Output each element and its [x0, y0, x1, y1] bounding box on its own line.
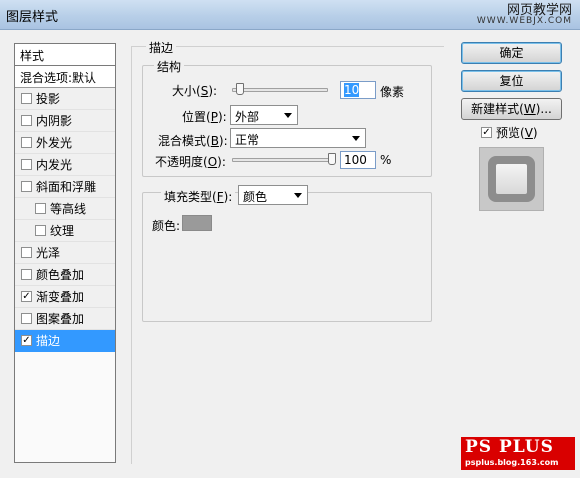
chevron-down-icon: [352, 136, 360, 141]
dialog-client: 样式 混合选项:默认 投影 内阴影 外发光 内发光 斜面和浮雕 等高线 纹理 光…: [6, 31, 575, 471]
style-item-label: 外发光: [36, 136, 73, 150]
style-item-label: 斜面和浮雕: [36, 180, 97, 194]
style-item-inner-shadow[interactable]: 内阴影: [15, 110, 115, 132]
color-swatch[interactable]: [182, 215, 212, 231]
chevron-down-icon: [294, 193, 302, 198]
fill-box: [142, 192, 432, 322]
size-input[interactable]: 10: [340, 81, 376, 99]
blend-options-item[interactable]: 混合选项:默认: [15, 66, 115, 88]
opacity-input[interactable]: 100: [340, 151, 376, 169]
logo-url: psplus.blog.163.com: [465, 458, 559, 467]
style-item-satin[interactable]: 光泽: [15, 242, 115, 264]
opacity-slider-track[interactable]: [232, 158, 336, 162]
structure-title: 结构: [154, 58, 185, 75]
style-item-gradient-overlay[interactable]: ✓ 渐变叠加: [15, 286, 115, 308]
position-select[interactable]: 外部: [230, 105, 298, 125]
texture-checkbox[interactable]: [35, 225, 46, 236]
size-slider-thumb[interactable]: [235, 83, 244, 95]
ok-button[interactable]: 确定: [461, 42, 562, 64]
new-style-button[interactable]: 新建样式(W)...: [461, 98, 562, 120]
pattern-overlay-checkbox[interactable]: [21, 313, 32, 324]
fill-type-select[interactable]: 颜色: [238, 185, 308, 205]
stroke-group-title: 描边: [146, 39, 177, 56]
position-label: 位置(P):: [182, 110, 227, 124]
style-item-outer-glow[interactable]: 外发光: [15, 132, 115, 154]
preview-thumbnail: [479, 147, 544, 211]
stroke-checkbox[interactable]: ✓: [21, 335, 32, 346]
style-item-label: 内发光: [36, 158, 73, 172]
drop-shadow-checkbox[interactable]: [21, 93, 32, 104]
size-slider-track[interactable]: [232, 88, 328, 92]
style-item-bevel-emboss[interactable]: 斜面和浮雕: [15, 176, 115, 198]
size-unit: 像素: [380, 85, 405, 99]
window-title: 图层样式: [6, 10, 59, 25]
style-item-label: 纹理: [50, 224, 75, 238]
styles-header[interactable]: 样式: [15, 44, 115, 66]
style-item-drop-shadow[interactable]: 投影: [15, 88, 115, 110]
style-item-stroke[interactable]: ✓ 描边: [15, 330, 115, 352]
fill-type-label: 填充类型(F):: [161, 188, 236, 205]
style-item-inner-glow[interactable]: 内发光: [15, 154, 115, 176]
style-item-contour[interactable]: 等高线: [15, 198, 115, 220]
color-label: 颜色:: [152, 219, 181, 233]
inner-shadow-checkbox[interactable]: [21, 115, 32, 126]
style-item-label: 投影: [36, 92, 61, 106]
style-item-pattern-overlay[interactable]: 图案叠加: [15, 308, 115, 330]
chevron-down-icon: [284, 113, 292, 118]
opacity-label: 不透明度(O):: [155, 155, 226, 169]
logo-text: PS PLUS: [465, 437, 554, 457]
styles-list: 样式 混合选项:默认 投影 内阴影 外发光 内发光 斜面和浮雕 等高线 纹理 光…: [14, 43, 116, 463]
inner-glow-checkbox[interactable]: [21, 159, 32, 170]
preview-label: 预览(V): [496, 126, 538, 140]
style-item-color-overlay[interactable]: 颜色叠加: [15, 264, 115, 286]
opacity-slider-thumb[interactable]: [328, 153, 336, 165]
preview-fill: [496, 164, 527, 194]
watermark-line2: WWW.WEBJX.COM: [476, 16, 572, 26]
style-item-label: 光泽: [36, 246, 61, 260]
reset-button[interactable]: 复位: [461, 70, 562, 92]
style-item-label: 图案叠加: [36, 312, 85, 326]
watermark-top: 网页教学网 WWW.WEBJX.COM: [477, 4, 572, 26]
preview-toggle[interactable]: ✓ 预览(V): [481, 124, 538, 141]
style-item-texture[interactable]: 纹理: [15, 220, 115, 242]
preview-checkbox[interactable]: ✓: [481, 127, 492, 138]
preview-stroke: [488, 156, 535, 202]
size-label: 大小(S):: [172, 84, 218, 98]
style-item-label: 内阴影: [36, 114, 73, 128]
opacity-unit: %: [380, 153, 392, 167]
blend-mode-label: 混合模式(B):: [158, 134, 228, 148]
psplus-logo: PS PLUS psplus.blog.163.com: [461, 437, 575, 470]
bevel-emboss-checkbox[interactable]: [21, 181, 32, 192]
contour-checkbox[interactable]: [35, 203, 46, 214]
blend-mode-select[interactable]: 正常: [230, 128, 366, 148]
style-item-label: 等高线: [50, 202, 87, 216]
satin-checkbox[interactable]: [21, 247, 32, 258]
outer-glow-checkbox[interactable]: [21, 137, 32, 148]
style-item-label: 颜色叠加: [36, 268, 85, 282]
color-overlay-checkbox[interactable]: [21, 269, 32, 280]
style-item-label: 描边: [36, 334, 61, 348]
gradient-overlay-checkbox[interactable]: ✓: [21, 291, 32, 302]
style-item-label: 渐变叠加: [36, 290, 85, 304]
title-bar[interactable]: 图层样式 网页教学网 WWW.WEBJX.COM: [0, 0, 580, 30]
